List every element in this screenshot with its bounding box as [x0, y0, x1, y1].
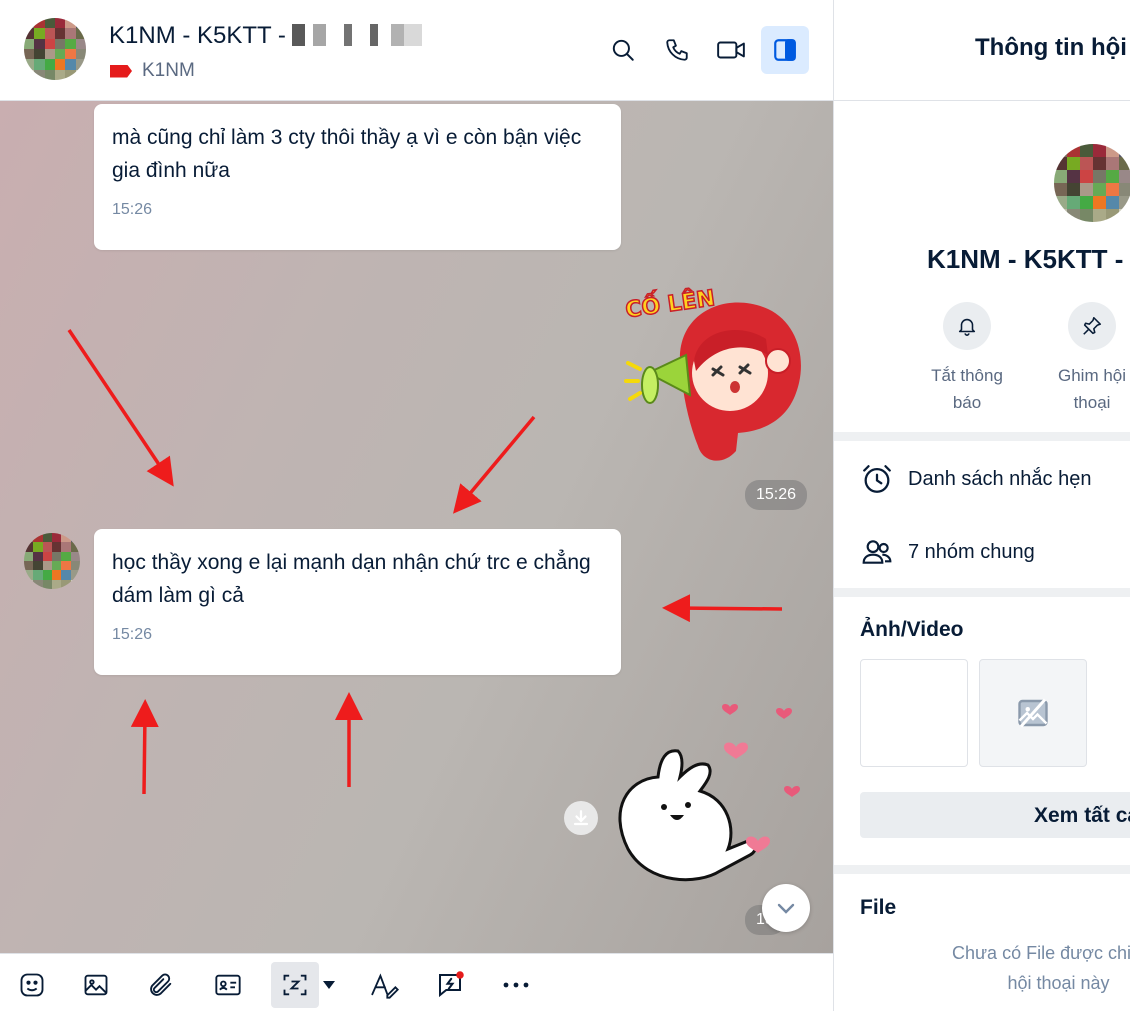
see-all-label: Xem tất cả	[1034, 804, 1130, 827]
more-icon	[503, 982, 529, 988]
section-divider	[834, 865, 1130, 874]
composer-toolbar	[0, 953, 833, 1011]
group-avatar[interactable]	[24, 18, 86, 80]
file-empty-line2: hội thoại này	[1007, 973, 1110, 993]
redacted-text	[291, 24, 422, 46]
reminder-list-label: Danh sách nhắc hẹn	[908, 467, 1092, 490]
send-contact-button[interactable]	[204, 962, 252, 1008]
quick-message-button[interactable]	[426, 962, 474, 1008]
toggle-info-panel-button[interactable]	[761, 26, 809, 74]
message-list[interactable]: mà cũng chỉ làm 3 cty thôi thầy ạ vì e c…	[0, 101, 833, 953]
section-divider	[834, 588, 1130, 597]
chat-header: K1NM - K5KTT - K1NM	[0, 0, 833, 101]
sticker-button[interactable]	[8, 962, 56, 1008]
pin-label-line2: thoại	[1073, 393, 1111, 412]
text-format-button[interactable]	[361, 962, 409, 1008]
phone-icon	[666, 39, 688, 61]
info-header: Thông tin hội thoại	[834, 0, 1130, 101]
format-text-icon	[371, 973, 399, 999]
annotation-arrows	[67, 329, 783, 795]
common-groups-label: 7 nhóm chung	[908, 540, 1035, 563]
users-icon	[862, 540, 892, 564]
attach-file-button[interactable]	[137, 962, 185, 1008]
screenshot-button[interactable]	[271, 962, 319, 1008]
image-unavailable-icon	[1018, 698, 1048, 728]
pin-conversation-button[interactable]: Ghim hội thoại	[1032, 302, 1130, 416]
video-call-button[interactable]	[707, 26, 755, 74]
mute-notifications-button[interactable]: Tắt thông báo	[907, 302, 1027, 416]
conversation-info-panel: Thông tin hội thoại K1NM - K5KTT - Tắt t…	[833, 0, 1130, 1011]
bell-icon	[958, 318, 976, 336]
mute-label-line2: báo	[952, 393, 982, 412]
pin-icon	[1083, 316, 1102, 335]
reminder-list-item[interactable]: Danh sách nhắc hẹn	[860, 462, 1091, 496]
info-panel-title: Thông tin hội thoại	[975, 34, 1130, 61]
quick-message-icon	[439, 971, 464, 998]
send-image-button[interactable]	[72, 962, 120, 1008]
attach-icon	[150, 973, 172, 996]
media-thumbnail[interactable]	[979, 659, 1087, 767]
label-tag-icon	[110, 64, 132, 78]
video-call-icon	[717, 41, 745, 59]
mute-label-line1: Tắt thông	[931, 366, 1003, 385]
caret-down-icon	[323, 981, 335, 989]
group-avatar-large[interactable]	[1054, 144, 1130, 222]
sticker-icon	[20, 973, 44, 997]
voice-call-button[interactable]	[653, 26, 701, 74]
media-section-title: Ảnh/Video	[860, 618, 964, 641]
search-button[interactable]	[599, 26, 647, 74]
screenshot-icon	[283, 974, 307, 996]
see-all-media-button[interactable]: Xem tất cả	[860, 792, 1130, 838]
common-groups-item[interactable]: 7 nhóm chung	[860, 536, 1035, 568]
header-actions	[599, 26, 809, 74]
label-text: K1NM	[142, 60, 195, 81]
alarm-clock-icon	[863, 465, 891, 493]
conversation-title[interactable]: K1NM - K5KTT -	[109, 22, 422, 50]
group-name: K1NM - K5KTT -	[927, 244, 1124, 274]
file-empty-line1: Chưa có File được chia sẻ	[952, 943, 1130, 963]
chat-panel: K1NM - K5KTT - K1NM mà cũng chỉ làm 3 ct…	[0, 0, 833, 1011]
section-divider	[834, 432, 1130, 441]
pin-label-line1: Ghim hội	[1057, 366, 1127, 385]
image-icon	[84, 974, 108, 996]
search-icon	[612, 39, 634, 61]
screenshot-options-dropdown[interactable]	[314, 962, 344, 1008]
file-section-title: File	[860, 896, 897, 919]
contact-card-icon	[215, 974, 241, 996]
media-thumbnail[interactable]	[860, 659, 968, 767]
conversation-label[interactable]: K1NM	[110, 60, 195, 82]
sidebar-toggle-icon	[774, 39, 796, 61]
file-empty-message: Chưa có File được chia sẻ hội thoại này	[952, 938, 1130, 998]
more-options-button[interactable]	[492, 962, 540, 1008]
